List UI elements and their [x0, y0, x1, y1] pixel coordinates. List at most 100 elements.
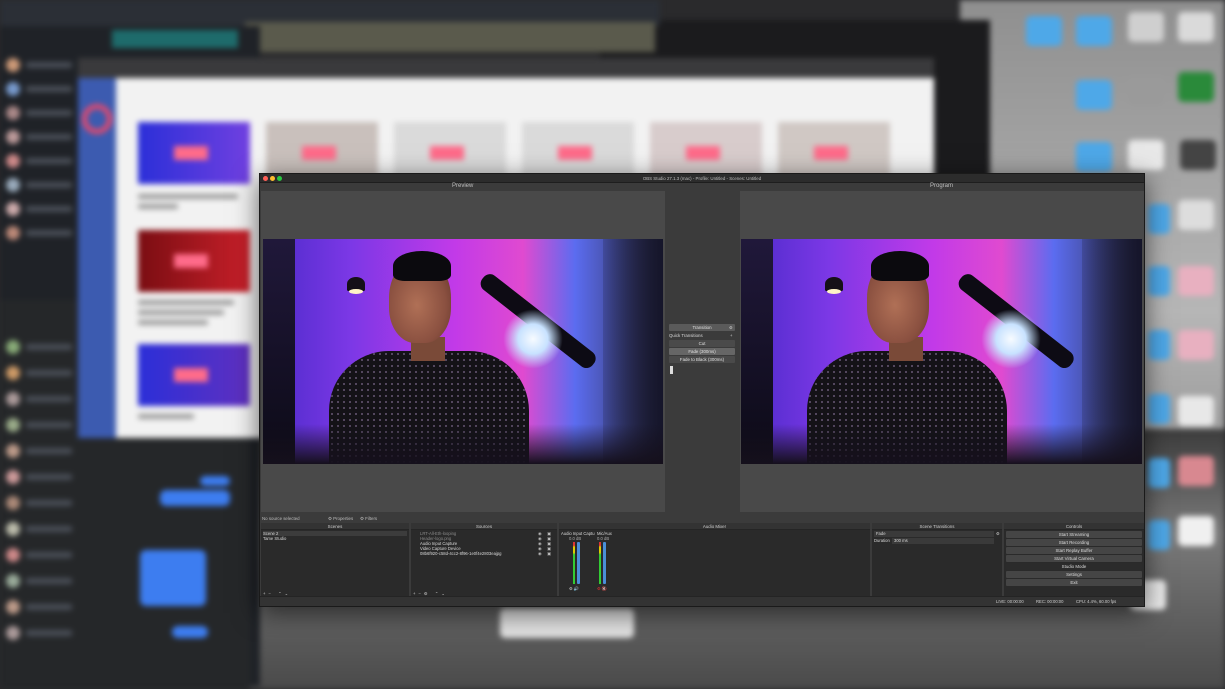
desktop-folder-icon: [1148, 330, 1170, 360]
background-chat-bubble: [200, 476, 230, 486]
brand-logo-icon: [82, 104, 112, 134]
mixer-channel-level: 0.0 dB: [597, 536, 610, 541]
volume-fader[interactable]: [577, 542, 580, 584]
background-chat-row: [6, 626, 76, 640]
properties-label: Properties: [333, 516, 354, 521]
transition-button[interactable]: Transition: [669, 324, 735, 331]
desktop-folder-icon: [1148, 520, 1170, 550]
desktop: OBS Studio 27.1.3 (mac) - Profile: Untit…: [0, 0, 1225, 689]
background-chat-bubble: [140, 550, 206, 606]
background-chat-row: [6, 106, 76, 120]
background-chat-bubble: [172, 626, 208, 638]
background-chat-row: [6, 470, 76, 484]
background-chat-row: [6, 496, 76, 510]
background-chat-row: [6, 392, 76, 406]
background-text-line: [138, 320, 208, 325]
desktop-file-icon: [1178, 396, 1214, 426]
background-text-line: [138, 194, 238, 199]
scenes-dock: Scenes Scene 2 Tame Studio +− ⌃⌄: [261, 523, 409, 601]
background-teal-strip: [112, 30, 238, 48]
background-chat-row: [6, 130, 76, 144]
sources-dock: Sources LRT-All-Eth-looping Header-logo.…: [411, 523, 557, 601]
start-replay-buffer-button[interactable]: Start Replay Buffer: [1006, 547, 1142, 554]
desktop-file-icon: [1178, 456, 1214, 486]
audio-mixer-dock: Audio Mixer Audio Input Captu 0.0 dB ⚙ 🔊…: [559, 523, 870, 601]
background-chat-row: [6, 82, 76, 96]
desktop-folder-icon: [1148, 266, 1170, 296]
desktop-file-icon: [1128, 76, 1164, 106]
filters-button[interactable]: ⚙ Filters: [360, 515, 377, 522]
desktop-file-icon: [1128, 12, 1164, 42]
background-chat-row: [6, 522, 76, 536]
volume-meter: [599, 542, 601, 584]
volume-fader[interactable]: [603, 542, 606, 584]
desktop-file-icon: [1178, 516, 1214, 546]
live-status: LIVE: 00:00:00: [996, 599, 1024, 604]
settings-button[interactable]: Settings: [1006, 571, 1142, 578]
start-streaming-button[interactable]: Start Streaming: [1006, 531, 1142, 538]
source-item[interactable]: 08b6f920-c58d-4cc2-8f96-1e0f4e2803eajpg: [420, 551, 502, 556]
exit-button[interactable]: Exit: [1006, 579, 1142, 586]
background-video-thumbnail: [138, 230, 250, 292]
quick-transition-cut[interactable]: Cut: [669, 340, 735, 347]
eye-icon[interactable]: ◉ ◉ ◉ ◉ ◉: [538, 531, 542, 556]
transition-select[interactable]: Fade: [874, 531, 994, 537]
t-bar-slider[interactable]: [670, 366, 673, 374]
desktop-folder-icon: [1076, 16, 1112, 46]
title-bar: OBS Studio 27.1.3 (mac) - Profile: Untit…: [260, 174, 1144, 183]
sources-header: Sources: [411, 523, 557, 530]
gear-icon[interactable]: ⚙: [729, 324, 735, 331]
desktop-folder-icon: [1148, 458, 1170, 488]
lock-icon[interactable]: ▣ ▣ ▣ ▣ ▣: [547, 531, 551, 556]
studio-mode-button[interactable]: Studio Mode: [1006, 563, 1142, 570]
background-text-line: [138, 300, 234, 305]
background-chat-row: [6, 58, 76, 72]
start-virtual-camera-button[interactable]: Start Virtual Camera: [1006, 555, 1142, 562]
quick-transition-fade[interactable]: Fade (300ms): [669, 348, 735, 355]
background-text-line: [138, 414, 194, 419]
background-chat-row: [6, 226, 76, 240]
window-title: OBS Studio 27.1.3 (mac) - Profile: Untit…: [642, 175, 762, 181]
speaker-muted-icon[interactable]: ⚙ 🔇: [597, 586, 607, 592]
controls-dock: Controls Start Streaming Start Recording…: [1004, 523, 1144, 601]
gear-icon[interactable]: ⚙: [996, 531, 1000, 536]
program-video: [741, 239, 1142, 464]
background-chat-bubble: [160, 490, 230, 506]
background-window: [500, 608, 634, 638]
program-label: Program: [930, 183, 954, 189]
duration-input[interactable]: 300 ms: [892, 538, 994, 544]
scene-transitions-header: Scene Transitions: [872, 523, 1002, 530]
desktop-app-icon: [1178, 72, 1214, 102]
properties-button[interactable]: ⚙ Properties: [328, 515, 353, 522]
cpu-status: CPU: 4.4%, 60.00 fps: [1076, 599, 1117, 604]
program-pane: [740, 191, 1144, 512]
desktop-file-icon: [1178, 330, 1214, 360]
scene-item[interactable]: Tame Studio: [263, 536, 407, 541]
desktop-file-icon: [1180, 140, 1216, 170]
desktop-folder-icon: [1148, 204, 1170, 234]
background-browser-header: [78, 58, 934, 78]
preview-video: [263, 239, 663, 464]
speaker-icon[interactable]: ⚙ 🔊: [569, 586, 579, 592]
plus-icon[interactable]: +: [730, 332, 732, 339]
scene-transitions-dock: Scene Transitions Fade ⚙ Duration 300 ms: [872, 523, 1002, 601]
duration-label: Duration: [874, 538, 890, 543]
mixer-channel-level: 0.0 dB: [569, 536, 582, 541]
background-chat-row: [6, 548, 76, 562]
start-recording-button[interactable]: Start Recording: [1006, 539, 1142, 546]
audio-mixer-header: Audio Mixer: [559, 523, 870, 530]
background-video-thumbnail: [138, 344, 250, 406]
quick-transition-fade-to-black[interactable]: Fade to Black (300ms): [669, 356, 735, 363]
background-video-thumbnail: [138, 122, 250, 184]
desktop-folder-icon: [1076, 142, 1112, 172]
desktop-file-icon: [1178, 12, 1214, 42]
quick-transitions-label: Quick Transitions: [669, 333, 703, 338]
background-chat-row: [6, 366, 76, 380]
controls-header: Controls: [1004, 523, 1144, 530]
background-chat-row: [6, 600, 76, 614]
background-chat-row: [6, 418, 76, 432]
source-info-bar: No source selected ⚙ Properties ⚙ Filter…: [262, 515, 662, 522]
background-chat-row: [6, 574, 76, 588]
preview-pane[interactable]: [261, 191, 665, 512]
background-chat-row: [6, 340, 76, 354]
